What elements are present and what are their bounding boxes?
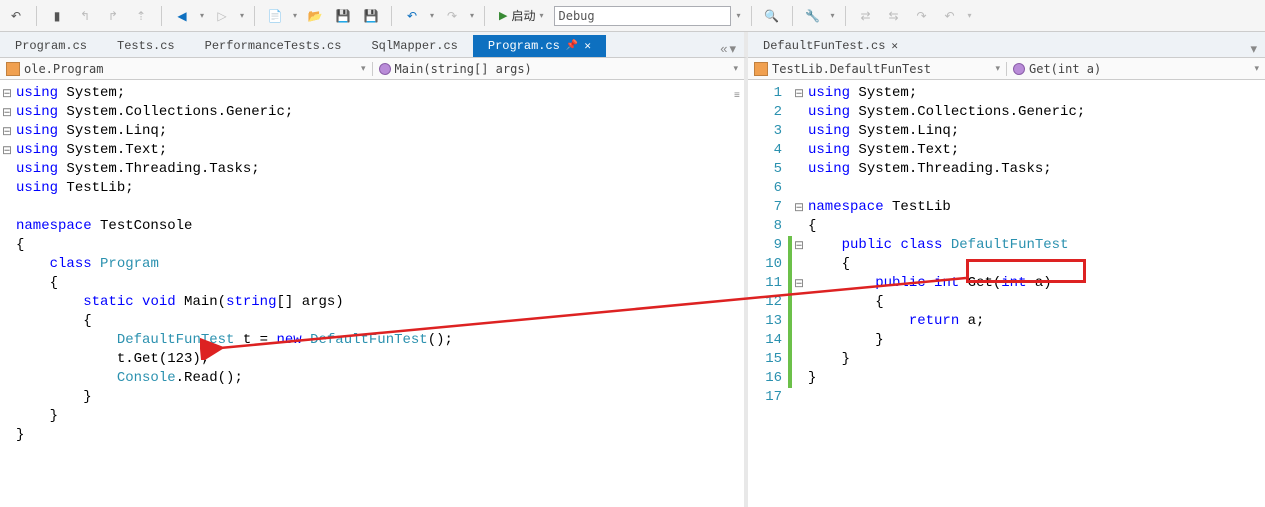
tab-label: SqlMapper.cs <box>371 39 457 53</box>
bookmark-icon[interactable]: ▮ <box>45 4 69 28</box>
member-name: Main(string[] args) <box>395 62 532 76</box>
dropdown-icon[interactable]: ▾ <box>291 4 299 28</box>
left-editor-pane: ole.Program ▾ Main(string[] args) ▾ ⊟⊟⊟⊟… <box>0 58 748 507</box>
tab-label: Tests.cs <box>117 39 175 53</box>
class-name: ole.Program <box>24 62 103 76</box>
dropdown-icon[interactable]: ▾ <box>735 4 743 28</box>
find-icon[interactable]: 🔍 <box>760 4 784 28</box>
save-all-icon[interactable]: 💾 <box>359 4 383 28</box>
pin-icon[interactable]: 📌 <box>566 40 578 52</box>
class-selector[interactable]: ole.Program ▾ <box>0 62 373 76</box>
nav-next-icon[interactable]: ↱ <box>101 4 125 28</box>
file-tab[interactable]: SqlMapper.cs <box>356 35 472 57</box>
play-icon: ▶ <box>499 9 507 22</box>
class-icon <box>6 62 20 76</box>
dropdown-icon[interactable]: ▾ <box>428 4 436 28</box>
method-icon <box>1013 63 1025 75</box>
start-debug-button[interactable]: ▶ 启动 ▾ <box>493 5 550 27</box>
outline-margin[interactable]: ⊟⊟⊟⊟ <box>0 80 14 445</box>
dropdown-icon[interactable]: ▾ <box>468 4 476 28</box>
member-name: Get(int a) <box>1029 62 1101 76</box>
split-handle-icon[interactable]: ≡ <box>734 90 746 102</box>
start-label: 启动 <box>511 7 535 24</box>
highlight-box <box>966 259 1086 283</box>
line-numbers: 1234567891011121314151617 <box>748 80 788 407</box>
back-arrow-icon[interactable]: ◀ <box>170 4 194 28</box>
tab-dropdown-icon[interactable]: ▾ <box>1250 41 1257 57</box>
config-select[interactable] <box>554 6 731 26</box>
dropdown-icon[interactable]: ▾ <box>966 4 974 28</box>
comment-icon[interactable]: ⇄ <box>854 4 878 28</box>
tab-dropdown-icon[interactable]: ▾ <box>729 41 736 57</box>
dropdown-icon[interactable]: ▾ <box>829 4 837 28</box>
file-tab[interactable]: Tests.cs <box>102 35 190 57</box>
left-navbar: ole.Program ▾ Main(string[] args) ▾ <box>0 58 744 80</box>
tab-label: Program.cs <box>488 39 560 53</box>
forward-arrow-icon[interactable]: ▷ <box>210 4 234 28</box>
step-icon[interactable]: ↷ <box>910 4 934 28</box>
close-icon[interactable]: ✕ <box>891 39 898 53</box>
right-tabstrip: DefaultFunTest.cs ✕ ▾ <box>748 32 1265 58</box>
main-toolbar: ↶ ▮ ↰ ↱ ⇡ ◀ ▾ ▷ ▾ 📄 ▾ 📂 💾 💾 ↶ ▾ ↷ ▾ ▶ 启动… <box>0 0 1265 32</box>
member-selector[interactable]: Main(string[] args) ▾ <box>373 62 745 76</box>
code-area[interactable]: using System;using System.Collections.Ge… <box>14 80 453 445</box>
close-icon[interactable]: ✕ <box>584 39 591 53</box>
left-tabstrip: Program.cs Tests.cs PerformanceTests.cs Sql… <box>0 32 748 58</box>
right-navbar: TestLib.DefaultFunTest ▾ Get(int a) ▾ <box>748 58 1265 80</box>
tab-label: Program.cs <box>15 39 87 53</box>
class-name: TestLib.DefaultFunTest <box>772 62 931 76</box>
step-icon[interactable]: ↶ <box>938 4 962 28</box>
class-selector[interactable]: TestLib.DefaultFunTest ▾ <box>748 62 1007 76</box>
member-selector[interactable]: Get(int a) ▾ <box>1007 62 1265 76</box>
tool-icon[interactable]: 🔧 <box>801 4 825 28</box>
outline-margin[interactable]: ⊟⊟⊟⊟ <box>792 80 806 407</box>
redo-icon[interactable]: ↷ <box>440 4 464 28</box>
file-tab[interactable]: Program.cs 📌 ✕ <box>473 35 606 57</box>
file-tab[interactable]: DefaultFunTest.cs ✕ <box>748 35 913 57</box>
dropdown-icon[interactable]: ▾ <box>238 4 246 28</box>
uncomment-icon[interactable]: ⇆ <box>882 4 906 28</box>
file-tab[interactable]: PerformanceTests.cs <box>190 35 357 57</box>
tab-label: DefaultFunTest.cs <box>763 39 885 53</box>
undo-icon[interactable]: ↶ <box>400 4 424 28</box>
file-tab[interactable]: Program.cs <box>0 35 102 57</box>
nav-up-icon[interactable]: ⇡ <box>129 4 153 28</box>
open-file-icon[interactable]: 📂 <box>303 4 327 28</box>
tab-label: PerformanceTests.cs <box>205 39 342 53</box>
dropdown-icon[interactable]: ▾ <box>198 4 206 28</box>
class-icon <box>754 62 768 76</box>
nav-prev-icon[interactable]: ↰ <box>73 4 97 28</box>
method-icon <box>379 63 391 75</box>
nav-back-icon[interactable]: ↶ <box>4 4 28 28</box>
save-icon[interactable]: 💾 <box>331 4 355 28</box>
code-area[interactable]: using System;using System.Collections.Ge… <box>806 80 1085 407</box>
new-file-icon[interactable]: 📄 <box>263 4 287 28</box>
tab-overflow-icon[interactable]: « <box>720 41 727 57</box>
